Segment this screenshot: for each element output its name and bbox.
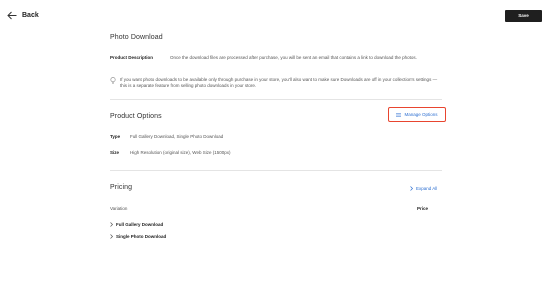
type-label: Type — [110, 134, 121, 139]
size-label: Size — [110, 150, 120, 155]
info-text: If you want photo downloads to be availa… — [120, 77, 438, 88]
back-button[interactable]: Back — [7, 11, 39, 20]
chevron-right-icon — [410, 186, 413, 191]
variation-row[interactable]: Full Gallery Download — [110, 222, 310, 227]
product-options-title: Product Options — [110, 113, 162, 120]
list-icon — [396, 112, 402, 117]
variation-label: Full Gallery Download — [116, 222, 164, 227]
arrow-left-icon — [7, 11, 17, 20]
chevron-right-icon — [110, 234, 113, 239]
variation-column-header: Variation — [110, 206, 128, 211]
expand-all-label: Expand All — [416, 186, 438, 191]
product-description-label: Product Description — [110, 55, 154, 60]
pricing-title: Pricing — [110, 184, 133, 191]
size-value: High Resolution (original size), Web Siz… — [130, 150, 231, 155]
divider — [110, 170, 442, 171]
manage-options-label: Manage Options — [404, 112, 438, 117]
type-value: Full Gallery Download, Single Photo Down… — [130, 134, 224, 139]
chevron-right-icon — [110, 222, 113, 227]
product-description-value: Once the download files are processed af… — [170, 55, 417, 60]
back-label: Back — [22, 12, 39, 19]
photo-download-title: Photo Download — [110, 34, 163, 41]
divider — [110, 99, 442, 100]
top-bar: Back Save — [0, 0, 553, 32]
manage-options-button[interactable]: Manage Options — [388, 107, 446, 122]
lightbulb-icon — [110, 77, 116, 84]
save-button[interactable]: Save — [505, 10, 542, 22]
price-column-header: Price — [416, 206, 428, 211]
variation-label: Single Photo Download — [116, 234, 167, 239]
variation-row[interactable]: Single Photo Download — [110, 234, 310, 239]
expand-all-button[interactable]: Expand All — [410, 186, 437, 191]
